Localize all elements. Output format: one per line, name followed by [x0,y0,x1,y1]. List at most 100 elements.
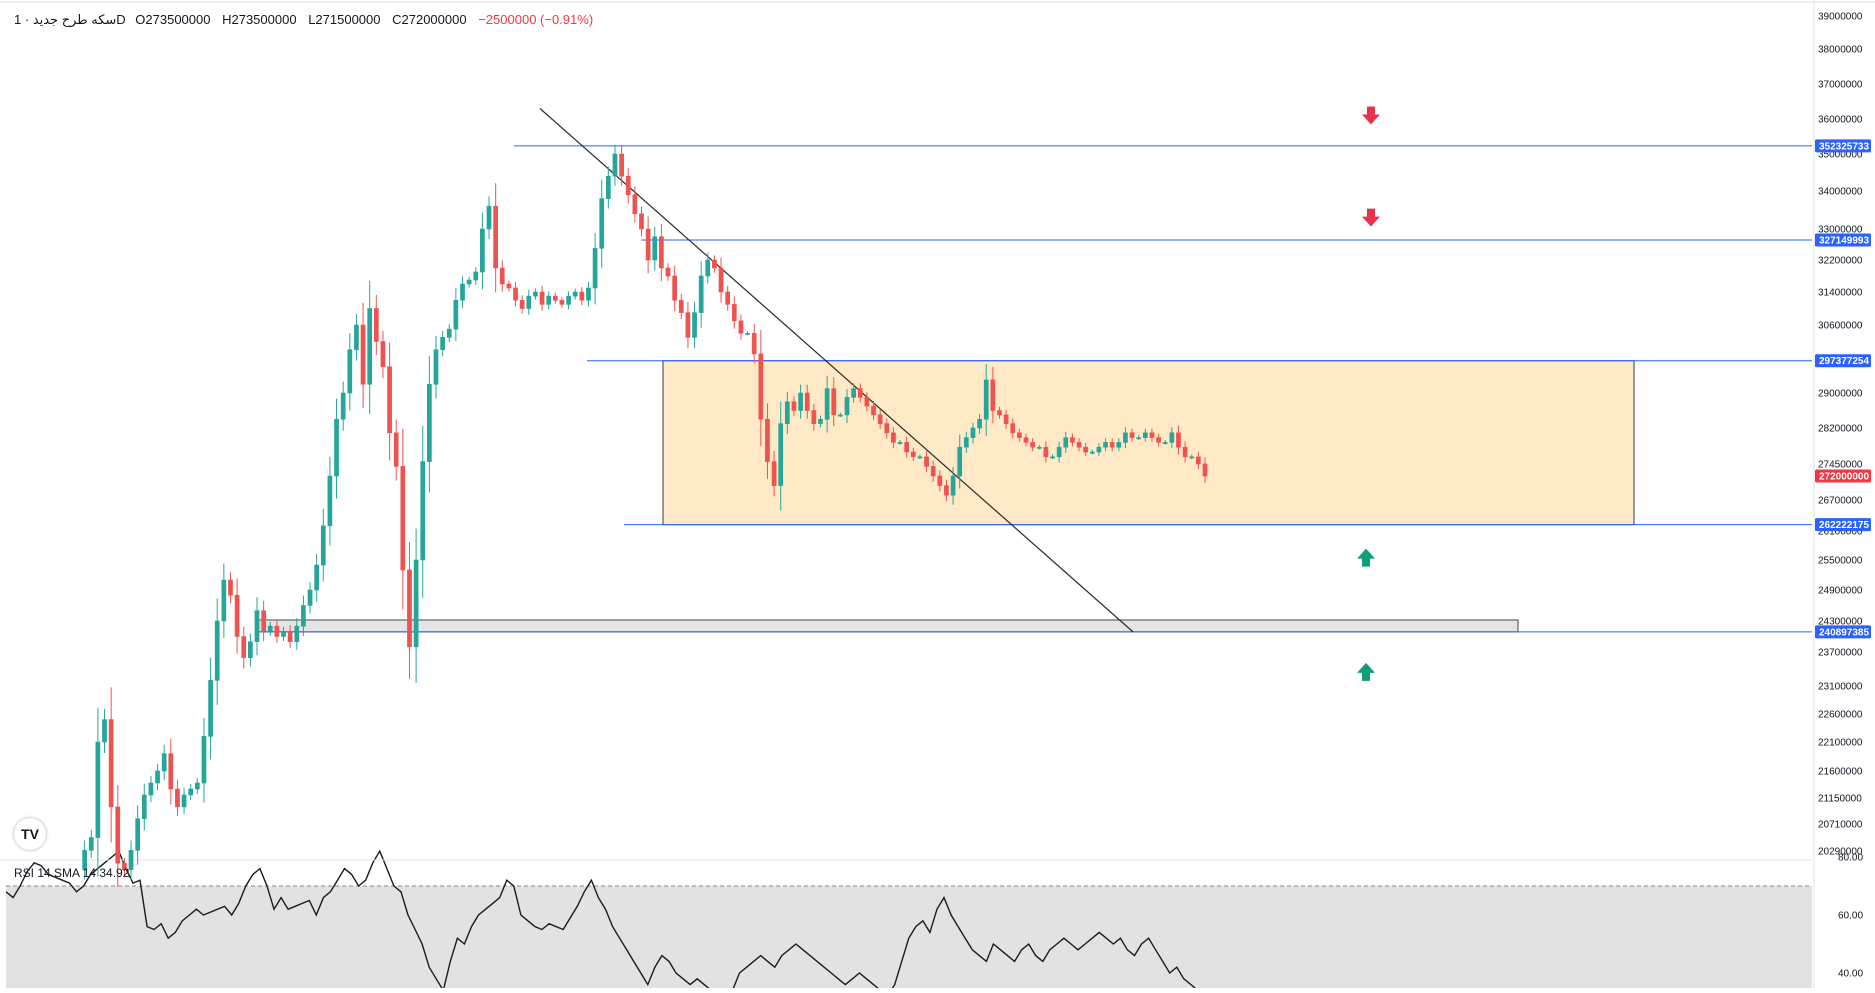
candle-body[interactable] [632,194,638,215]
candle-body[interactable] [784,401,790,424]
candle-body[interactable] [1070,437,1075,443]
candle-body[interactable] [997,410,1002,416]
candle-body[interactable] [506,283,512,289]
candle-body[interactable] [586,287,591,301]
candle-body[interactable] [1017,432,1022,438]
candle-body[interactable] [619,153,624,177]
candle-body[interactable] [446,328,452,338]
candle-body[interactable] [811,410,817,424]
candle-body[interactable] [307,589,313,606]
candle-body[interactable] [1089,451,1095,454]
candle-body[interactable] [818,418,823,424]
candle-body[interactable] [161,753,167,772]
candle-body[interactable] [453,299,459,330]
candle-body[interactable] [175,788,180,808]
candle-body[interactable] [765,418,770,462]
candle-body[interactable] [427,383,432,462]
candle-body[interactable] [526,295,532,309]
candle-body[interactable] [155,770,160,784]
candle-body[interactable] [844,397,850,416]
candle-body[interactable] [778,423,784,486]
candle-body[interactable] [486,205,492,230]
candle-body[interactable] [274,625,280,637]
candle-body[interactable] [1196,456,1201,465]
candle-body[interactable] [738,320,744,334]
candle-body[interactable] [897,442,903,444]
candle-body[interactable] [831,388,837,416]
candle-body[interactable] [148,782,154,796]
candle-body[interactable] [877,414,883,424]
candle-body[interactable] [281,631,286,637]
candle-body[interactable] [924,456,929,467]
candle-body[interactable] [493,205,499,269]
candle-body[interactable] [354,324,359,351]
candle-body[interactable] [871,405,876,416]
candle-body[interactable] [798,392,803,411]
candle-body[interactable] [373,308,379,342]
candle-body[interactable] [367,308,373,385]
candle-body[interactable] [201,736,207,784]
candle-body[interactable] [320,525,326,566]
candle-body[interactable] [1156,437,1161,443]
price-chart[interactable]: 3900000038000000370000003600000035000000… [0,0,1875,993]
candle-body[interactable] [208,680,213,737]
candle-body[interactable] [592,248,598,289]
candle-body[interactable] [1050,456,1055,459]
candle-body[interactable] [851,388,856,398]
candle-body[interactable] [771,461,777,486]
candle-body[interactable] [705,259,711,277]
candle-body[interactable] [194,782,200,790]
candle-body[interactable] [234,594,240,637]
candle-body[interactable] [731,304,737,322]
candle-body[interactable] [665,267,671,277]
candle-body[interactable] [983,379,989,420]
candle-body[interactable] [579,291,585,301]
candle-body[interactable] [1043,446,1049,458]
candle-body[interactable] [1169,432,1175,443]
candle-body[interactable] [473,271,479,281]
candle-body[interactable] [910,451,916,458]
candle-body[interactable] [652,236,658,261]
arrow-down-icon[interactable] [1362,106,1380,125]
candle-body[interactable] [261,610,266,632]
candle-body[interactable] [672,275,678,301]
candle-body[interactable] [188,788,194,796]
candle-body[interactable] [128,850,134,870]
candle-body[interactable] [605,175,611,199]
candle-body[interactable] [718,267,724,293]
candle-body[interactable] [758,353,764,420]
candle-body[interactable] [387,366,392,434]
candle-body[interactable] [678,299,684,313]
candle-body[interactable] [254,610,260,642]
candle-body[interactable] [334,418,339,477]
candle-body[interactable] [612,153,618,177]
candle-body[interactable] [712,259,717,269]
candle-body[interactable] [407,569,412,648]
candle-body[interactable] [824,388,830,420]
rsi-legend-label[interactable]: RSI 14 SMA 14 34.92 [14,866,129,880]
candle-body[interactable] [891,432,896,443]
candle-body[interactable] [539,291,545,305]
arrow-up-icon[interactable] [1357,662,1375,681]
arrow-down-icon[interactable] [1362,208,1380,227]
candle-body[interactable] [228,579,233,596]
candle-body[interactable] [1063,437,1069,448]
candle-body[interactable] [930,466,936,477]
candle-body[interactable] [1182,446,1188,458]
candle-body[interactable] [1109,442,1115,448]
tradingview-logo-icon[interactable]: TV [14,818,46,850]
candle-body[interactable] [1123,432,1128,443]
candle-body[interactable] [115,806,121,864]
candle-body[interactable] [102,719,107,743]
candle-body[interactable] [1010,423,1016,434]
candle-body[interactable] [347,349,353,394]
candle-body[interactable] [904,442,910,453]
candle-body[interactable] [168,753,174,790]
candle-body[interactable] [857,388,863,398]
candle-body[interactable] [1103,442,1108,448]
candle-body[interactable] [466,279,472,285]
candle-body[interactable] [1162,442,1168,444]
candle-body[interactable] [1096,446,1102,453]
candle-body[interactable] [1142,432,1148,438]
candle-body[interactable] [460,283,465,301]
